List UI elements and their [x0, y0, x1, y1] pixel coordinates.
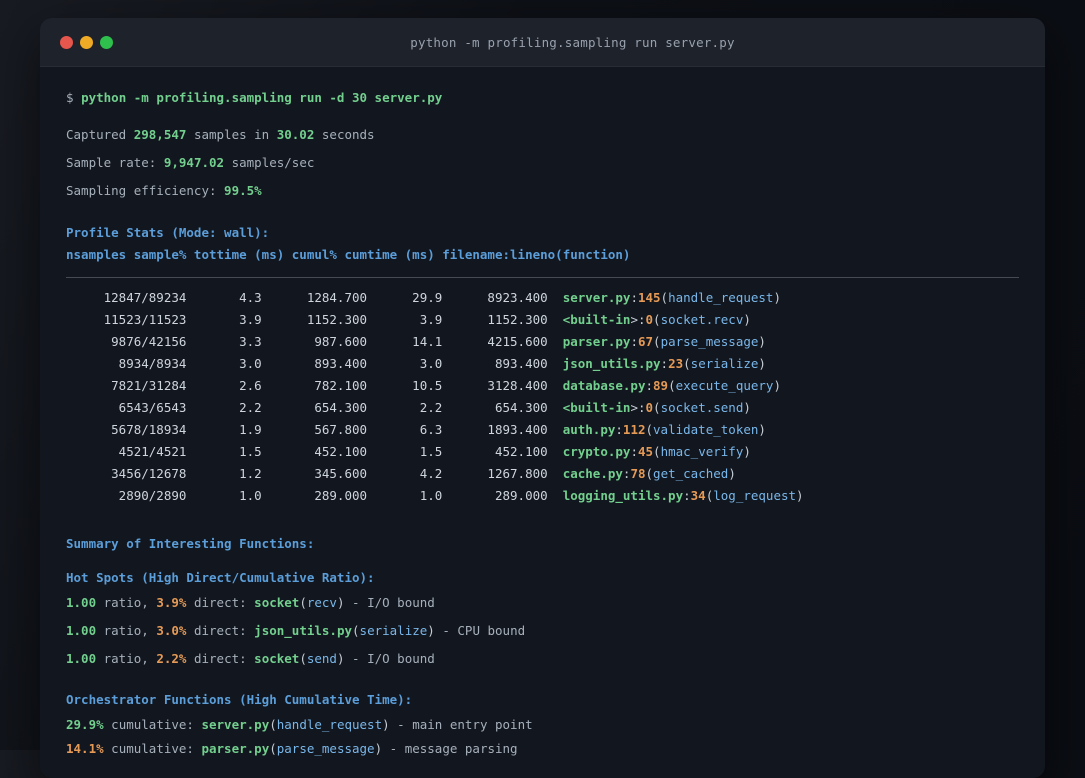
- orchestrator-title: Orchestrator Functions (High Cumulative …: [66, 692, 413, 707]
- window-title: python -m profiling.sampling run server.…: [410, 34, 735, 50]
- table-row: 9876/42156 3.3 987.600 14.1 4215.600 par…: [66, 334, 766, 349]
- zoom-button[interactable]: [100, 35, 113, 49]
- table-row: 7821/31284 2.6 782.100 10.5 3128.400 dat…: [66, 378, 781, 393]
- terminal-content: $ python -m profiling.sampling run -d 30…: [40, 87, 1045, 760]
- hot-spot-line: 1.00 ratio, 2.2% direct: socket(send) - …: [66, 651, 435, 666]
- table-row: 3456/12678 1.2 345.600 4.2 1267.800 cach…: [66, 466, 736, 481]
- table-row: 8934/8934 3.0 893.400 3.0 893.400 json_u…: [66, 356, 766, 371]
- profile-stats-title: Profile Stats (Mode: wall):: [66, 225, 270, 240]
- terminal-window: python -m profiling.sampling run server.…: [40, 18, 1045, 778]
- table-row: 4521/4521 1.5 452.100 1.5 452.100 crypto…: [66, 444, 751, 459]
- close-button[interactable]: [60, 35, 73, 49]
- table-row: 5678/18934 1.9 567.800 6.3 1893.400 auth…: [66, 422, 766, 437]
- summary-title: Summary of Interesting Functions:: [66, 536, 315, 551]
- table-divider: [66, 277, 1019, 278]
- hot-spot-line: 1.00 ratio, 3.9% direct: socket(recv) - …: [66, 595, 435, 610]
- table-row: 2890/2890 1.0 289.000 1.0 289.000 loggin…: [66, 488, 804, 503]
- hot-spot-line: 1.00 ratio, 3.0% direct: json_utils.py(s…: [66, 623, 526, 638]
- table-row: 11523/11523 3.9 1152.300 3.9 1152.300 <b…: [66, 312, 751, 327]
- hot-spots-list: 1.00 ratio, 3.9% direct: socket(recv) - …: [66, 592, 1019, 670]
- hot-spots-title: Hot Spots (High Direct/Cumulative Ratio)…: [66, 570, 375, 585]
- sampling-efficiency-line: Sampling efficiency: 99.5%: [66, 183, 262, 198]
- captured-samples-line: Captured 298,547 samples in 30.02 second…: [66, 127, 375, 142]
- orchestrator-line: 29.9% cumulative: server.py(handle_reque…: [66, 717, 533, 732]
- table-columns-header: nsamples sample% tottime (ms) cumul% cum…: [66, 247, 631, 262]
- title-bar: python -m profiling.sampling run server.…: [40, 18, 1045, 67]
- orchestrator-line: 14.1% cumulative: parser.py(parse_messag…: [66, 741, 518, 756]
- orchestrator-list: 29.9% cumulative: server.py(handle_reque…: [66, 714, 1019, 760]
- minimize-button[interactable]: [80, 35, 93, 49]
- profile-stats-table: 12847/89234 4.3 1284.700 29.9 8923.400 s…: [66, 287, 1019, 507]
- table-row: 6543/6543 2.2 654.300 2.2 654.300 <built…: [66, 400, 751, 415]
- command-line: $ python -m profiling.sampling run -d 30…: [66, 90, 443, 105]
- table-row: 12847/89234 4.3 1284.700 29.9 8923.400 s…: [66, 290, 781, 305]
- sample-rate-line: Sample rate: 9,947.02 samples/sec: [66, 155, 315, 170]
- traffic-lights: [40, 35, 130, 49]
